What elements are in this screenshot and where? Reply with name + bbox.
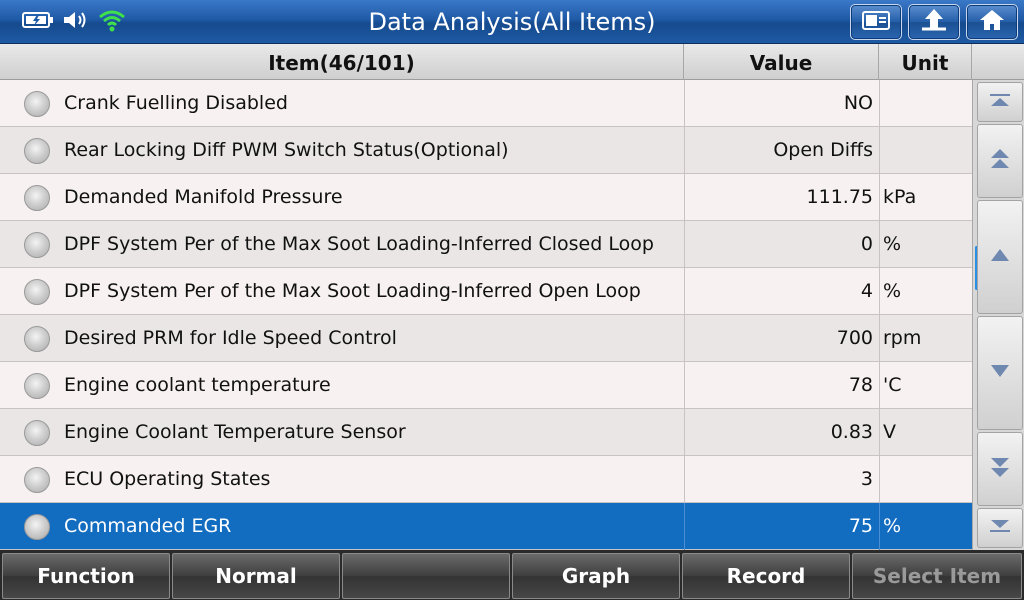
scroll-controls	[972, 80, 1024, 550]
screenshot-button[interactable]	[850, 4, 902, 40]
scroll-bottom-icon	[988, 518, 1012, 538]
row-radio-icon[interactable]	[24, 232, 50, 258]
row-item-name: Rear Locking Diff PWM Switch Status(Opti…	[64, 139, 509, 161]
row-unit	[879, 127, 972, 174]
table-row[interactable]: Desired PRM for Idle Speed Control 700 r…	[0, 315, 972, 362]
row-unit: %	[879, 268, 972, 315]
row-item-name: Demanded Manifold Pressure	[64, 186, 343, 208]
row-value: 78	[684, 362, 879, 409]
row-value: 0	[684, 221, 879, 268]
chevron-up-icon	[988, 247, 1012, 267]
row-value: 111.75	[684, 174, 879, 221]
row-radio-icon[interactable]	[24, 185, 50, 211]
column-header-item: Item(46/101)	[0, 44, 684, 80]
row-radio-icon[interactable]	[24, 467, 50, 493]
row-item-name: Engine Coolant Temperature Sensor	[64, 421, 406, 443]
table-header: Item(46/101) Value Unit	[0, 44, 1024, 80]
back-icon	[919, 7, 949, 37]
row-value: 75	[684, 503, 879, 550]
table-row[interactable]: Engine coolant temperature 78 'C	[0, 362, 972, 409]
row-item-name: DPF System Per of the Max Soot Loading-I…	[64, 280, 641, 302]
table-row-selected[interactable]: Commanded EGR 75 %	[0, 503, 972, 550]
row-radio-icon[interactable]	[24, 326, 50, 352]
row-item-name: Engine coolant temperature	[64, 374, 331, 396]
row-value: 3	[684, 456, 879, 503]
home-icon	[977, 7, 1007, 37]
row-unit	[879, 456, 972, 503]
page-down-button[interactable]	[977, 432, 1023, 506]
row-item-name: ECU Operating States	[64, 468, 271, 490]
data-table: Crank Fuelling Disabled NO Rear Locking …	[0, 80, 972, 550]
row-item-name: DPF System Per of the Max Soot Loading-I…	[64, 233, 654, 255]
select-item-button[interactable]: Select Item	[852, 553, 1022, 599]
table-row[interactable]: DPF System Per of the Max Soot Loading-I…	[0, 221, 972, 268]
title-bar: Data Analysis(All Items)	[0, 0, 1024, 44]
function-button[interactable]: Function	[2, 553, 170, 599]
double-chevron-down-icon	[988, 455, 1012, 483]
table-row[interactable]: Demanded Manifold Pressure 111.75 kPa	[0, 174, 972, 221]
back-button[interactable]	[908, 4, 960, 40]
row-item-name: Commanded EGR	[64, 515, 232, 537]
table-row[interactable]: Rear Locking Diff PWM Switch Status(Opti…	[0, 127, 972, 174]
row-radio-icon[interactable]	[24, 279, 50, 305]
scroll-to-bottom-button[interactable]	[977, 508, 1023, 548]
column-header-blank	[972, 44, 1024, 80]
row-radio-icon[interactable]	[24, 420, 50, 446]
record-button[interactable]: Record	[682, 553, 850, 599]
bottom-toolbar: Function Normal Graph Record Select Item	[0, 550, 1024, 600]
row-value: 0.83	[684, 409, 879, 456]
row-item-name: Desired PRM for Idle Speed Control	[64, 327, 397, 349]
row-item-name: Crank Fuelling Disabled	[64, 92, 288, 114]
scroll-top-icon	[988, 92, 1012, 112]
normal-button[interactable]: Normal	[172, 553, 340, 599]
column-header-value: Value	[684, 44, 879, 80]
row-value: NO	[684, 80, 879, 127]
table-row[interactable]: Crank Fuelling Disabled NO	[0, 80, 972, 127]
row-value: 4	[684, 268, 879, 315]
graph-button[interactable]: Graph	[512, 553, 680, 599]
row-unit: %	[879, 221, 972, 268]
row-radio-icon[interactable]	[24, 373, 50, 399]
row-unit: %	[879, 503, 972, 550]
table-row[interactable]: ECU Operating States 3	[0, 456, 972, 503]
screenshot-icon	[861, 8, 891, 36]
row-value: Open Diffs	[684, 127, 879, 174]
row-unit: V	[879, 409, 972, 456]
table-row[interactable]: Engine Coolant Temperature Sensor 0.83 V	[0, 409, 972, 456]
scroll-up-button[interactable]	[977, 200, 1023, 314]
row-radio-icon[interactable]	[24, 514, 50, 540]
row-unit: 'C	[879, 362, 972, 409]
table-row[interactable]: DPF System Per of the Max Soot Loading-I…	[0, 268, 972, 315]
blank-button[interactable]	[342, 553, 510, 599]
row-unit: rpm	[879, 315, 972, 362]
chevron-down-icon	[988, 363, 1012, 383]
row-value: 700	[684, 315, 879, 362]
double-chevron-up-icon	[988, 147, 1012, 175]
row-radio-icon[interactable]	[24, 91, 50, 117]
scroll-to-top-button[interactable]	[977, 82, 1023, 122]
row-unit: kPa	[879, 174, 972, 221]
column-header-unit: Unit	[879, 44, 972, 80]
row-unit	[879, 80, 972, 127]
home-button[interactable]	[966, 4, 1018, 40]
scroll-down-button[interactable]	[977, 316, 1023, 430]
row-radio-icon[interactable]	[24, 138, 50, 164]
page-up-button[interactable]	[977, 124, 1023, 198]
